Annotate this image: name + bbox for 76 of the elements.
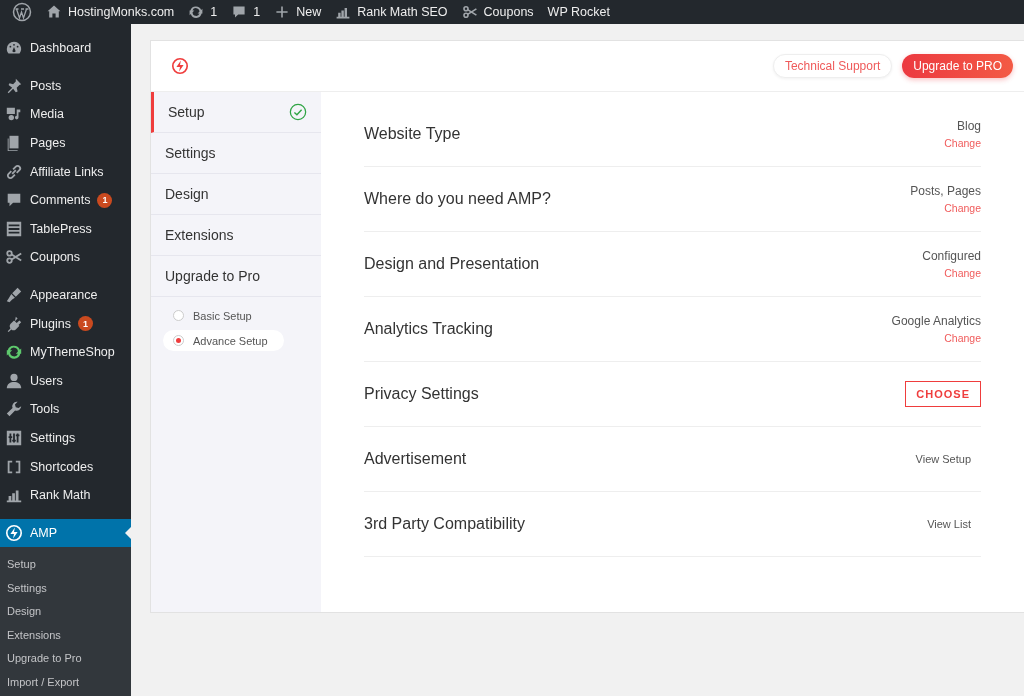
step-tab[interactable]: Settings [151,133,321,174]
count-badge: 1 [97,192,113,208]
sidebar-menu-item[interactable]: Dashboard [0,34,131,63]
scissors-icon [5,248,23,267]
sidebar-menu-item[interactable]: Pages [0,128,131,158]
choose-button[interactable]: CHOOSE [905,381,981,407]
sidebar-menu-item[interactable]: Settings [0,423,131,453]
setting-title: 3rd Party Compatibility [364,515,525,533]
setting-title: Where do you need AMP? [364,190,551,208]
sidebar-menu-item[interactable]: Appearance [0,280,131,310]
sidebar-menu-item[interactable]: Plugins 1 [0,309,131,338]
pin-icon [5,76,23,95]
setting-value: Configured [922,249,981,263]
sliders-icon [5,429,23,447]
sidebar-menu-item[interactable]: Tools [0,395,131,424]
brush-icon [5,286,23,305]
option-label: Basic Setup [193,309,252,322]
setting-title: Privacy Settings [364,385,479,403]
setup-mode-option[interactable]: Basic Setup [163,305,262,326]
toolbar-item[interactable]: New [267,4,329,20]
plus-icon [274,4,291,20]
toolbar-item[interactable]: 1 [224,4,268,20]
submenu-item[interactable]: Settings [0,576,131,601]
toolbar-item[interactable]: WP Rocket [540,5,617,19]
submenu-item[interactable]: Design [0,600,131,624]
view-link[interactable]: View Setup [915,453,971,465]
home-icon [46,4,62,20]
view-link[interactable]: View List [927,518,971,530]
step-tab[interactable]: Upgrade to Pro [151,256,321,297]
sidebar-menu-item[interactable]: Comments 1 [0,185,131,215]
submenu-item[interactable]: Extensions [0,623,131,648]
user-icon [5,371,23,390]
upgrade-button[interactable]: Upgrade to PRO [902,54,1013,78]
setting-title: Analytics Tracking [364,320,493,338]
submenu-item[interactable]: Setup [0,553,131,577]
radio-button[interactable] [173,310,184,321]
comment-icon [231,4,248,20]
setting-title: Website Type [364,125,461,143]
setup-mode-option[interactable]: Advance Setup [163,330,284,351]
setting-value: Google Analytics [891,314,981,328]
plug-icon [5,314,23,333]
setting-title: Design and Presentation [364,255,540,273]
setting-value: Posts, Pages [910,184,981,198]
sidebar-menu-item[interactable]: MyThemeShop [0,337,131,367]
sidebar-menu-item[interactable]: Rank Math [0,480,131,510]
wrench-icon [5,400,23,419]
table-icon [5,219,23,238]
scissors-icon [461,4,478,20]
setting-title: Advertisement [364,450,467,468]
step-tab[interactable]: Design [151,174,321,215]
sync-icon [188,4,205,20]
submenu-item[interactable]: Import / Export [0,670,131,695]
sidebar-menu-item[interactable]: Shortcodes [0,452,131,481]
bolt-icon [5,523,23,542]
wordpress-logo-icon [12,2,32,22]
bolt-icon [171,57,189,75]
sidebar-menu-item[interactable]: TablePress [0,214,131,244]
step-tab[interactable]: Setup [151,92,321,133]
toolbar-item[interactable]: Rank Math SEO [328,4,455,20]
submenu-item[interactable]: Upgrade to Pro [0,647,131,671]
sidebar-menu-item[interactable]: Affiliate Links [0,157,131,186]
toolbar-item[interactable]: Coupons [454,4,541,20]
option-label: Advance Setup [193,334,268,347]
radio-button[interactable] [173,335,184,346]
sidebar-menu-item[interactable]: Coupons [0,243,131,272]
toolbar-item[interactable]: 1 [181,4,225,20]
sidebar-menu-item[interactable]: Posts [0,71,131,101]
sync-icon [5,343,23,362]
count-badge: 1 [78,316,93,332]
sidebar-menu-item[interactable]: Media [0,100,131,129]
step-tab[interactable]: Extensions [151,215,321,256]
setting-value: Blog [956,119,981,133]
toolbar-item[interactable]: HostingMonks.com [39,4,182,20]
link-icon [5,162,23,181]
sidebar-menu-item[interactable]: AMP [0,518,131,548]
sidebar-menu-item[interactable]: Users [0,366,131,396]
